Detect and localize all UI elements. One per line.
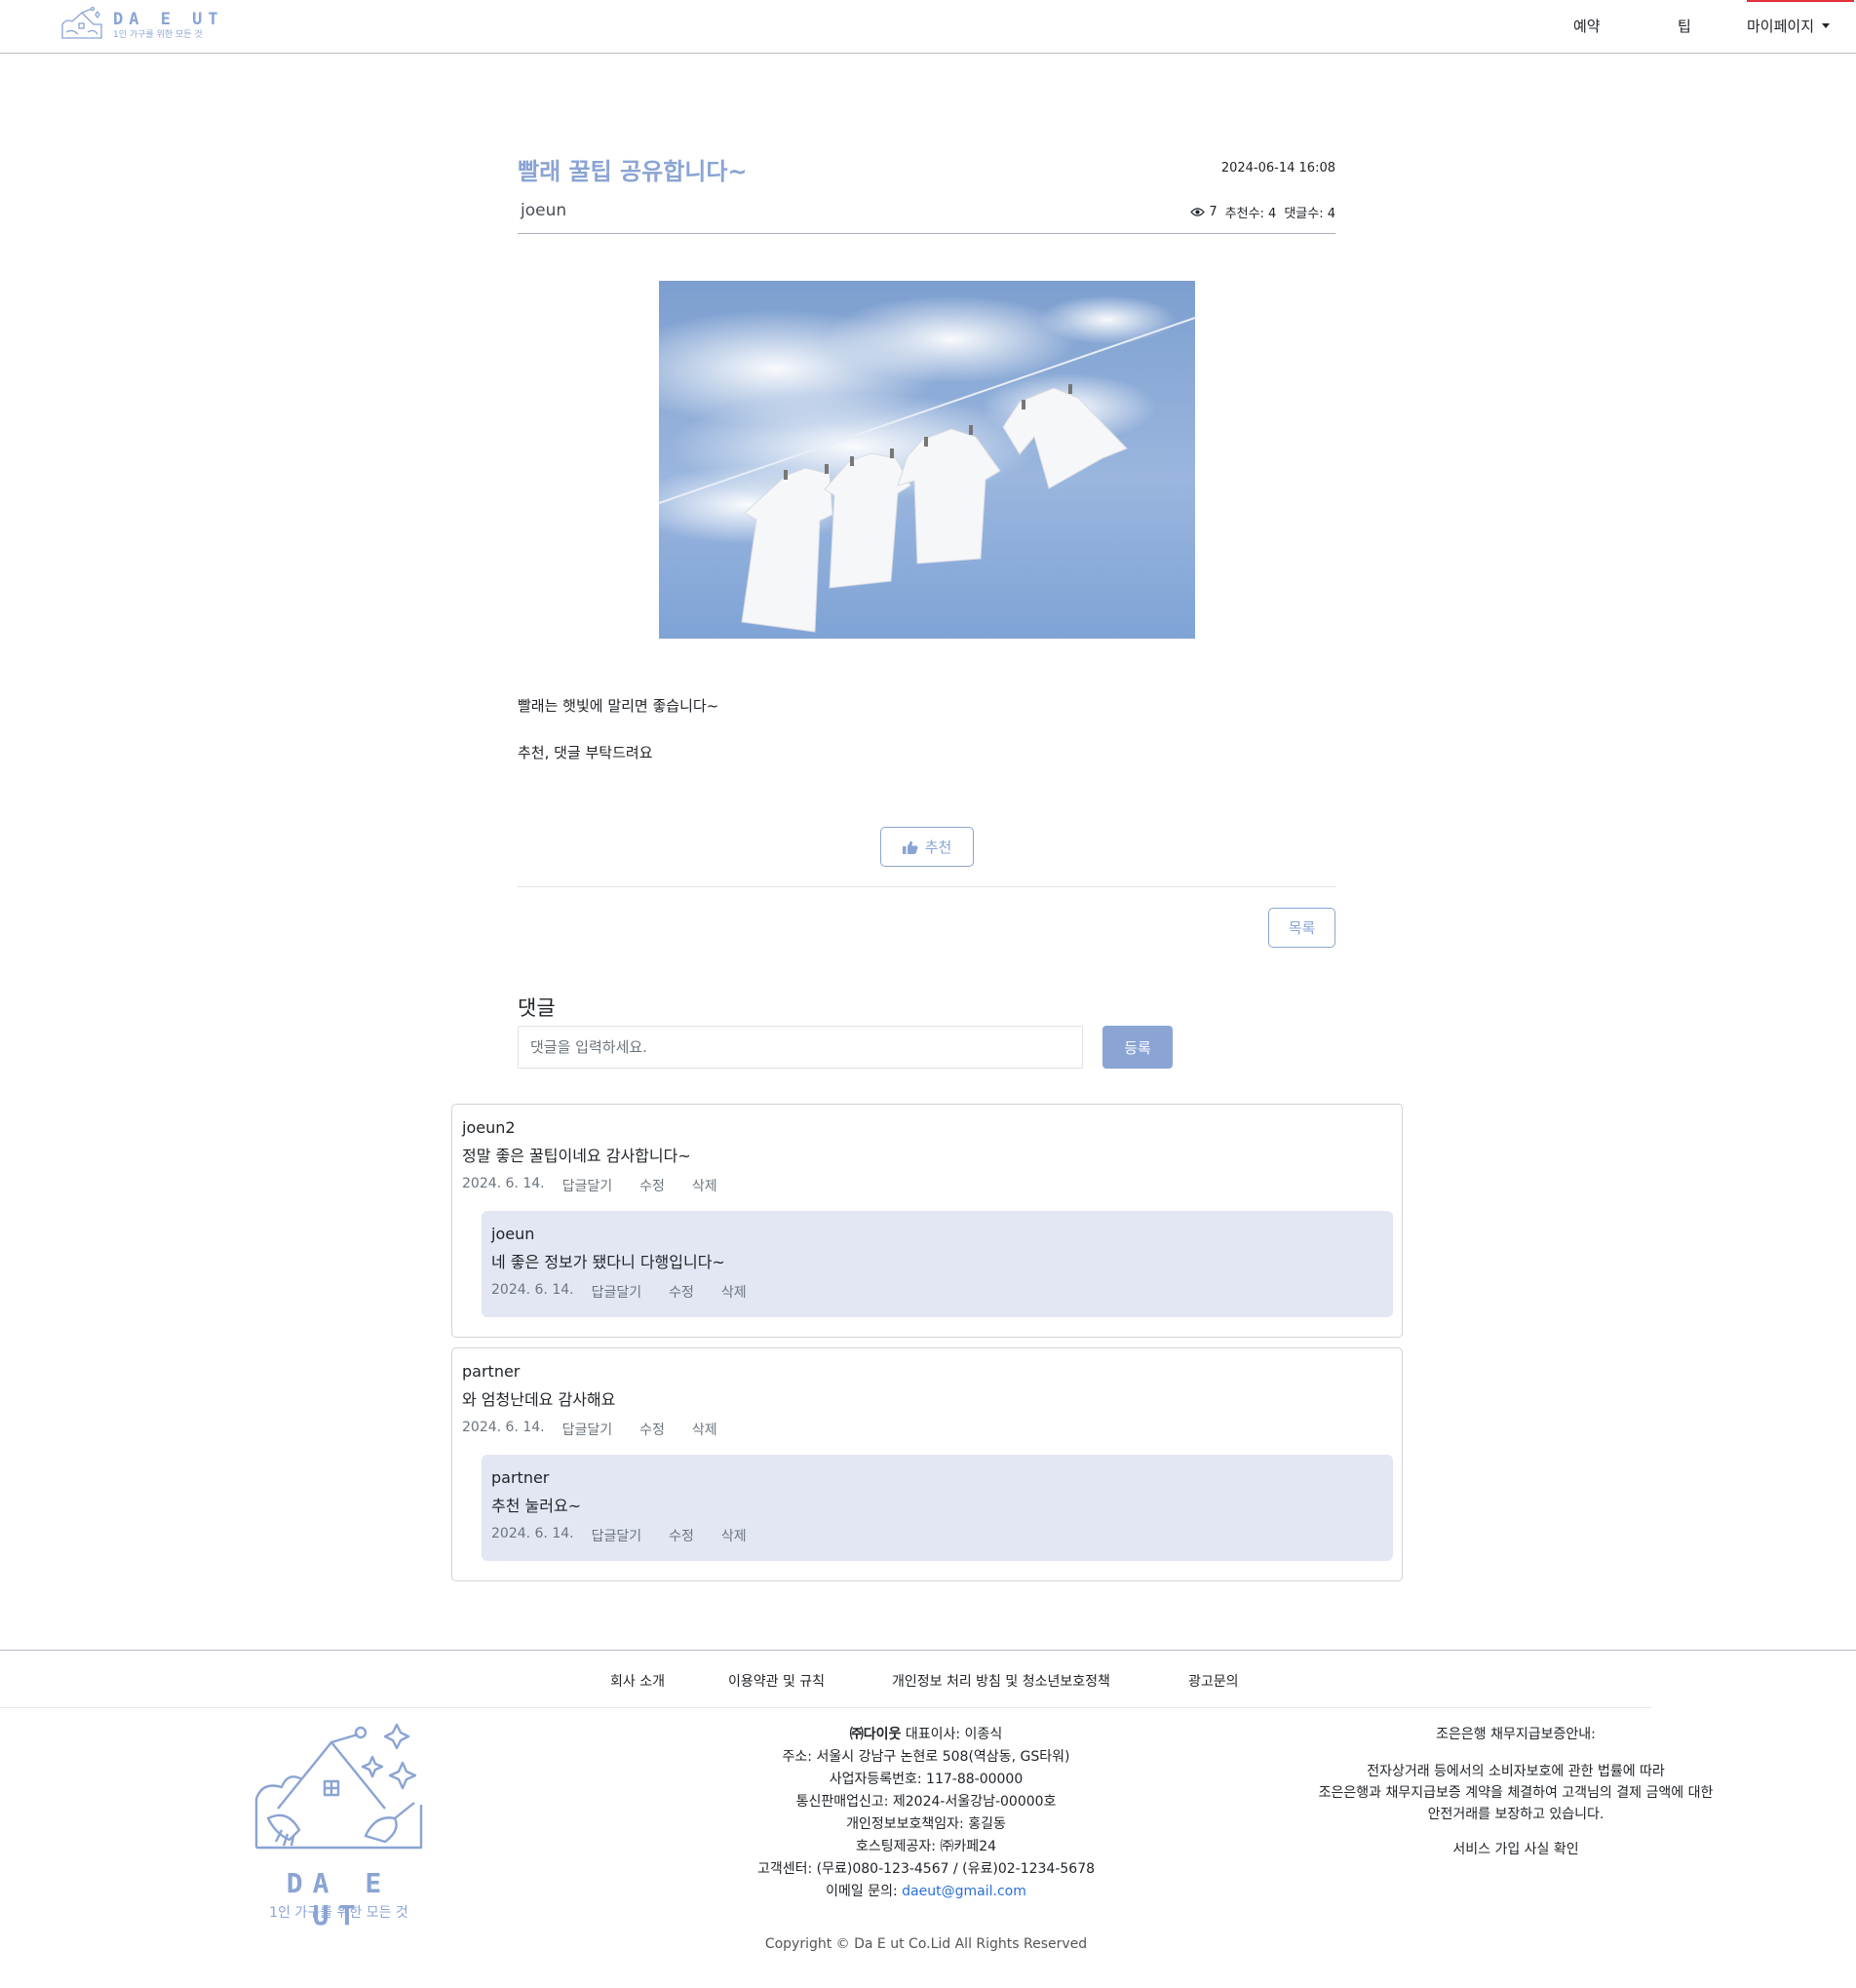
- reply-text: 추천 눌러요~: [491, 1497, 582, 1515]
- footer-link-about[interactable]: 회사 소개: [610, 1671, 665, 1691]
- company-name: ㈜다이웃: [849, 1727, 902, 1742]
- edit-button[interactable]: 수정: [639, 1420, 665, 1439]
- nav-tip[interactable]: 팁: [1678, 0, 1691, 51]
- reply-author: partner: [491, 1468, 550, 1487]
- top-navbar: DA E UT 1인 가구를 위한 모든 것 예약 팁 마이페이지: [0, 0, 1856, 54]
- company-info: ㈜다이웃 대표이사: 이종식 주소: 서울시 강남구 논현로 508(역삼동, …: [702, 1724, 1150, 1903]
- company-address: 주소: 서울시 강남구 논현로 508(역삼동, GS타워): [782, 1749, 1070, 1765]
- active-indicator: [1747, 0, 1854, 2]
- footer-link-privacy[interactable]: 개인정보 처리 방침 및 청소년보호정책: [892, 1671, 1110, 1691]
- service-check-link[interactable]: 서비스 가입 사실 확인: [1287, 1839, 1745, 1860]
- comment-submit-button[interactable]: 등록: [1102, 1026, 1173, 1069]
- comment: partner 와 엄청난데요 감사해요 2024. 6. 14. 답글달기 수…: [462, 1362, 745, 1439]
- comment-date: 2024. 6. 14.: [462, 1176, 545, 1191]
- delete-button[interactable]: 삭제: [692, 1420, 717, 1439]
- comment: joeun2 정말 좋은 꿀팁이네요 감사합니다~ 2024. 6. 14. 답…: [462, 1118, 745, 1195]
- delete-button[interactable]: 삭제: [692, 1176, 717, 1195]
- post-body-line: 추천, 댓글 부탁드려요: [518, 744, 653, 761]
- customer-center: 고객센터: (무료)080-123-4567 / (유료)02-1234-567…: [756, 1861, 1096, 1877]
- site-logo[interactable]: DA E UT 1인 가구를 위한 모든 것: [58, 6, 224, 45]
- recommend-button[interactable]: 추천: [880, 827, 974, 867]
- views-stat: 7: [1190, 205, 1218, 219]
- eye-icon: [1190, 208, 1206, 216]
- reply-text: 네 좋은 정보가 됐다니 다행입니다~: [491, 1253, 725, 1271]
- guarantee-title: 조은은행 채무지급보증안내:: [1436, 1727, 1596, 1742]
- views-count: 7: [1209, 205, 1218, 219]
- thumbs-up-icon: [902, 840, 918, 854]
- reply-button[interactable]: 답글달기: [592, 1526, 642, 1545]
- delete-button[interactable]: 삭제: [721, 1282, 747, 1302]
- comment-card: partner 와 엄청난데요 감사해요 2024. 6. 14. 답글달기 수…: [451, 1347, 1403, 1581]
- recommend-button-label: 추천: [924, 838, 952, 856]
- edit-button[interactable]: 수정: [669, 1282, 694, 1302]
- comment-text: 와 엄청난데요 감사해요: [462, 1390, 616, 1409]
- footer-divider: [0, 1650, 1856, 1651]
- comment-author: joeun2: [462, 1118, 516, 1137]
- house-logo-icon: [61, 7, 102, 39]
- reply-box: partner 추천 눌러요~ 2024. 6. 14. 답글달기 수정 삭제: [482, 1455, 1393, 1561]
- reply-button[interactable]: 답글달기: [562, 1176, 613, 1195]
- footer-logo-title: DA E UT: [286, 1867, 392, 1931]
- post-author: joeun: [521, 201, 567, 220]
- post-header-divider: [518, 233, 1335, 234]
- delete-button[interactable]: 삭제: [721, 1526, 747, 1545]
- footer-link-terms[interactable]: 이용약관 및 규칙: [728, 1671, 825, 1691]
- comment-count: 댓글수: 4: [1284, 207, 1335, 221]
- nav-mypage-label: 마이페이지: [1747, 17, 1815, 35]
- email-label: 이메일 문의:: [826, 1884, 903, 1899]
- company-biz-number: 사업자등록번호: 117-88-00000: [829, 1772, 1024, 1787]
- comments-heading: 댓글: [518, 996, 556, 1020]
- company-ceo: 대표이사: 이종식: [901, 1727, 1003, 1742]
- company-privacy-officer: 개인정보보호책임자: 홍길동: [846, 1816, 1006, 1832]
- reply-button[interactable]: 답글달기: [562, 1420, 613, 1439]
- post-title: 빨래 꿀팁 공유합니다~: [518, 158, 748, 185]
- laundry-photo: [659, 281, 1195, 639]
- copyright: Copyright © Da E ut Co.Lid All Rights Re…: [764, 1936, 1088, 1952]
- edit-button[interactable]: 수정: [669, 1526, 694, 1545]
- nav-reserve[interactable]: 예약: [1573, 0, 1601, 51]
- comment-card: joeun2 정말 좋은 꿀팁이네요 감사합니다~ 2024. 6. 14. 답…: [451, 1104, 1403, 1338]
- reply: joeun 네 좋은 정보가 됐다니 다행입니다~ 2024. 6. 14. 답…: [491, 1225, 774, 1302]
- footer-links-divider: [0, 1707, 1651, 1708]
- recommend-count: 추천수: 4: [1224, 207, 1277, 221]
- post-body-line: 빨래는 햇빛에 말리면 좋습니다~: [518, 697, 719, 715]
- caret-down-icon: [1822, 22, 1831, 28]
- company-mail-order: 통신판매업신고: 제2024-서울강남-00000호: [795, 1794, 1057, 1810]
- reply-button[interactable]: 답글달기: [592, 1282, 642, 1302]
- guarantee-text: 전자상거래 등에서의 소비자보호에 관한 법률에 따라: [1367, 1764, 1665, 1779]
- house-logo-icon: [254, 1723, 423, 1850]
- reply-box: joeun 네 좋은 정보가 됐다니 다행입니다~ 2024. 6. 14. 답…: [482, 1211, 1393, 1317]
- guarantee-info: 조은은행 채무지급보증안내: 전자상거래 등에서의 소비자보호에 관한 법률에 …: [1287, 1724, 1745, 1860]
- comment-input[interactable]: [518, 1026, 1083, 1069]
- email-link[interactable]: daeut@gmail.com: [902, 1884, 1026, 1899]
- company-hosting: 호스팅제공자: ㈜카페24: [855, 1839, 997, 1854]
- reply-author: joeun: [491, 1225, 535, 1243]
- logo-title: DA E UT: [113, 10, 224, 29]
- reply: partner 추천 눌러요~ 2024. 6. 14. 답글달기 수정 삭제: [491, 1468, 774, 1545]
- post-image-laundry: [659, 281, 1195, 639]
- logo-subtitle: 1인 가구를 위한 모든 것: [113, 30, 203, 40]
- comment-author: partner: [462, 1362, 521, 1381]
- post-stats: 7 추천수: 4 댓글수: 4: [1072, 203, 1335, 221]
- nav-mypage-dropdown[interactable]: 마이페이지: [1747, 0, 1831, 51]
- post-body: 빨래는 햇빛에 말리면 좋습니다~ 추천, 댓글 부탁드려요: [518, 682, 718, 776]
- list-button[interactable]: 목록: [1268, 908, 1335, 948]
- comment-date: 2024. 6. 14.: [462, 1420, 545, 1435]
- comment-text: 정말 좋은 꿀팁이네요 감사합니다~: [462, 1147, 691, 1165]
- footer-logo-subtitle: 1인 가구를 위한 모든 것: [269, 1905, 408, 1921]
- edit-button[interactable]: 수정: [639, 1176, 665, 1195]
- footer-logo: DA E UT 1인 가구를 위한 모든 것: [249, 1721, 429, 1931]
- post-footer-divider: [518, 886, 1335, 887]
- reply-date: 2024. 6. 14.: [491, 1526, 574, 1541]
- guarantee-text: 조은은행과 채무지급보증 계약을 체결하여 고객님의 결제 금액에 대한: [1318, 1785, 1714, 1801]
- footer-link-ads[interactable]: 광고문의: [1188, 1671, 1239, 1691]
- post-date: 2024-06-14 16:08: [1220, 161, 1335, 175]
- reply-date: 2024. 6. 14.: [491, 1282, 574, 1298]
- guarantee-text: 안전거래를 보장하고 있습니다.: [1427, 1807, 1605, 1822]
